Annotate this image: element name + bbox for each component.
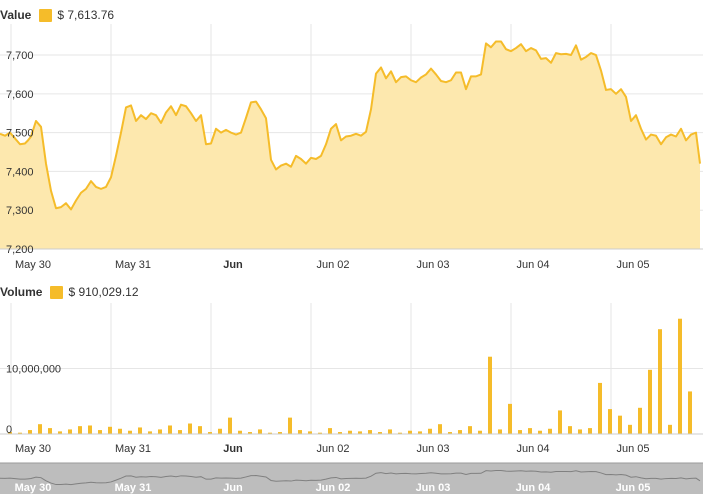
volume-bar — [498, 429, 502, 434]
value-x-tick-label: May 31 — [115, 259, 151, 271]
volume-x-tick-label: Jun 03 — [416, 443, 449, 455]
volume-x-tick-label: Jun 05 — [616, 443, 649, 455]
volume-bar — [168, 425, 172, 434]
volume-bar — [518, 430, 522, 434]
volume-bar — [258, 429, 262, 434]
volume-bar — [618, 415, 622, 434]
value-x-tick-label: Jun 03 — [416, 259, 449, 271]
volume-bar — [688, 391, 692, 434]
volume-bar — [158, 429, 162, 434]
volume-bar — [658, 329, 662, 434]
volume-bar — [558, 410, 562, 434]
volume-bar — [178, 430, 182, 434]
volume-bar — [458, 430, 462, 434]
volume-bar — [568, 426, 572, 434]
volume-bar — [188, 423, 192, 434]
value-y-tick-label: 7,600 — [6, 89, 34, 101]
volume-bar — [28, 430, 32, 434]
volume-bar — [628, 424, 632, 434]
volume-bar — [388, 429, 392, 434]
volume-bar — [528, 428, 532, 434]
navigator-label: Jun 03 — [416, 482, 451, 494]
volume-bar — [78, 426, 82, 434]
navigator-label: Jun 02 — [316, 482, 351, 494]
volume-bar — [368, 430, 372, 434]
volume-bar — [438, 424, 442, 434]
volume-x-tick-label: Jun 02 — [316, 443, 349, 455]
volume-grid — [0, 303, 703, 435]
volume-bar — [218, 428, 222, 434]
volume-bars — [0, 318, 703, 435]
value-area-fill — [0, 41, 700, 250]
volume-y-tick-label: 10,000,000 — [6, 364, 61, 376]
volume-bar — [198, 426, 202, 434]
value-y-tick-label: 7,700 — [6, 50, 34, 62]
volume-bar — [488, 356, 492, 434]
volume-bar — [668, 424, 672, 434]
volume-bar — [608, 409, 612, 434]
volume-bar — [638, 407, 642, 434]
volume-bar — [288, 417, 292, 434]
value-y-tick-label: 7,200 — [6, 244, 34, 256]
value-x-tick-label: Jun — [223, 259, 243, 271]
value-x-tick-label: Jun 04 — [516, 259, 549, 271]
volume-y-axis: 0 10,000,000 — [6, 364, 61, 437]
value-y-tick-label: 7,400 — [6, 166, 34, 178]
value-x-tick-label: Jun 02 — [316, 259, 349, 271]
stock-chart[interactable]: 7,2007,3007,4007,5007,6007,700 May 30 May… — [0, 0, 703, 500]
volume-bar — [138, 427, 142, 434]
navigator-label: May 30 — [15, 482, 52, 494]
value-y-tick-label: 7,300 — [6, 205, 34, 217]
volume-y-tick-label: 0 — [6, 424, 12, 436]
volume-bar — [598, 382, 602, 434]
volume-bar — [468, 426, 472, 434]
value-x-tick-label: Jun 05 — [616, 259, 649, 271]
value-x-tick-label: May 30 — [15, 259, 51, 271]
volume-bar — [588, 428, 592, 434]
volume-bar — [98, 430, 102, 434]
volume-bar — [48, 428, 52, 434]
volume-bar — [38, 424, 42, 434]
volume-bar — [328, 428, 332, 434]
volume-x-tick-label: May 30 — [15, 443, 51, 455]
volume-bar — [108, 426, 112, 434]
navigator[interactable]: May 30 May 31 Jun Jun 02 Jun 03 Jun 04 Jun 05 — [0, 462, 703, 494]
volume-bar — [508, 403, 512, 434]
volume-x-axis: May 30 May 31 Jun Jun 02 Jun 03 Jun 04 Jun 05 — [15, 443, 650, 455]
value-x-axis: May 30 May 31 Jun Jun 02 Jun 03 Jun 04 Jun 05 — [15, 259, 650, 271]
volume-x-tick-label: May 31 — [115, 443, 151, 455]
volume-bar — [428, 428, 432, 434]
volume-bar — [548, 428, 552, 434]
navigator-label: May 31 — [115, 482, 152, 494]
volume-bar — [678, 318, 682, 434]
value-y-tick-label: 7,500 — [6, 128, 34, 140]
volume-bar — [68, 429, 72, 434]
value-area — [0, 40, 703, 250]
volume-bar — [298, 430, 302, 434]
volume-bar — [578, 429, 582, 434]
volume-x-tick-label: Jun 04 — [516, 443, 549, 455]
navigator-label: Jun — [223, 482, 243, 494]
navigator-label: Jun 05 — [616, 482, 651, 494]
volume-bar — [118, 428, 122, 434]
volume-bar — [88, 425, 92, 434]
volume-bar — [648, 369, 652, 434]
navigator-label: Jun 04 — [516, 482, 552, 494]
volume-bar — [228, 417, 232, 434]
volume-x-tick-label: Jun — [223, 443, 243, 455]
